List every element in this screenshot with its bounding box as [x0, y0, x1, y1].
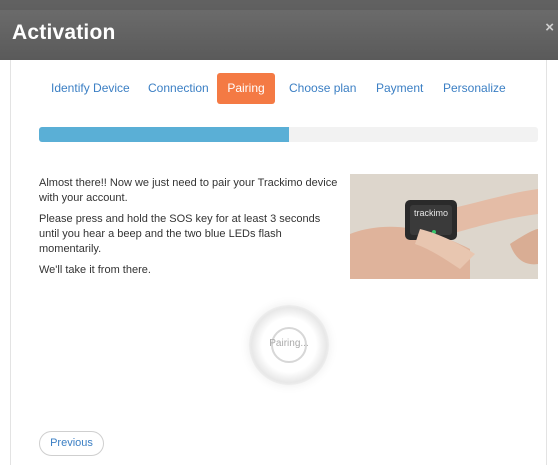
instruction-paragraph-3: We'll take it from there.: [39, 264, 151, 276]
tab-connection[interactable]: Connection: [148, 73, 209, 104]
tab-pairing[interactable]: Pairing: [217, 73, 275, 104]
device-photo-illustration: trackimo: [350, 174, 538, 279]
dialog-title: Activation: [12, 21, 116, 44]
tab-choose-plan[interactable]: Choose plan: [289, 73, 356, 104]
progress-bar: [39, 127, 538, 142]
instructions: Almost there!! Now we just need to pair …: [39, 176, 339, 284]
instruction-paragraph-2: Please press and hold the SOS key for at…: [39, 213, 321, 255]
header-top-strip: [0, 0, 558, 10]
pairing-spinner: Pairing...: [249, 305, 329, 385]
device-label: trackimo: [414, 208, 448, 218]
device-photo: trackimo: [350, 174, 538, 279]
tab-payment[interactable]: Payment: [376, 73, 423, 104]
progress-fill: [39, 127, 289, 142]
dialog-header: Activation ×: [0, 0, 558, 60]
instruction-paragraph-1: Almost there!! Now we just need to pair …: [39, 177, 338, 204]
tab-identify-device[interactable]: Identify Device: [51, 73, 130, 104]
previous-button[interactable]: Previous: [39, 431, 104, 456]
close-icon[interactable]: ×: [545, 20, 554, 35]
tab-personalize[interactable]: Personalize: [443, 73, 506, 104]
spinner-label: Pairing...: [269, 338, 309, 349]
